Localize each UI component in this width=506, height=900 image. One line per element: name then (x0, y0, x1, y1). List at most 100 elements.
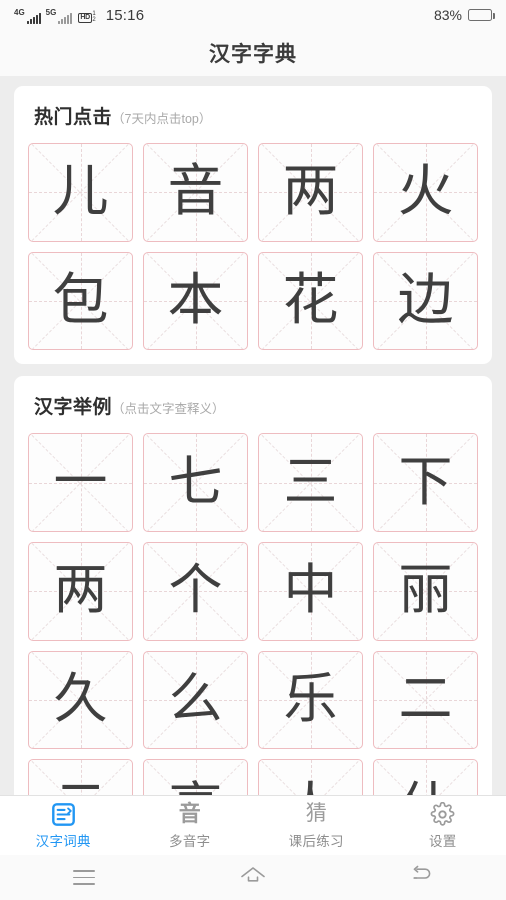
back-icon (409, 865, 435, 890)
character-cell[interactable]: 下 (373, 433, 478, 533)
character-glyph: 一 (53, 451, 108, 512)
character-glyph: 二 (398, 669, 453, 730)
character-glyph: 云 (54, 781, 108, 795)
signal-bars-2 (58, 12, 73, 24)
tab-exercise[interactable]: 猜 课后练习 (253, 801, 380, 850)
character-cell[interactable]: 丽 (373, 542, 478, 641)
hd-label: HD (78, 12, 92, 23)
character-cell[interactable]: 两 (28, 542, 133, 641)
character-cell[interactable]: 七 (143, 433, 248, 533)
character-cell[interactable]: 火 (373, 143, 478, 242)
character-glyph: 什 (399, 781, 453, 795)
status-bar: 4G 5G HD 1 2 15:16 83% (0, 0, 506, 30)
character-cell[interactable]: 个 (143, 542, 248, 641)
character-glyph: 三 (283, 451, 338, 512)
character-grid: 一七三下两个中丽久么乐二云 亮 人 什 (28, 433, 478, 795)
character-glyph: 人 (284, 781, 338, 795)
bottom-tab-bar: 汉字词典 音 多音字 猜 课后练习 设置 (0, 795, 506, 855)
character-cell[interactable]: 儿 (28, 143, 133, 242)
character-glyph: 丽 (398, 560, 453, 621)
tab-label-dictionary: 汉字词典 (35, 834, 91, 849)
character-glyph: 中 (283, 560, 338, 621)
home-icon (239, 865, 267, 890)
character-glyph: 亮 (169, 781, 223, 795)
character-glyph: 两 (53, 560, 108, 621)
recents-icon (73, 870, 96, 885)
character-cell[interactable]: 中 (258, 542, 363, 641)
character-glyph: 下 (398, 451, 453, 512)
character-cell[interactable]: 亮 (143, 759, 248, 795)
page-title: 汉字字典 (209, 43, 297, 66)
character-cell[interactable]: 云 (28, 759, 133, 795)
character-cell[interactable]: 么 (143, 650, 248, 750)
status-bar-clock: 15:16 (105, 6, 145, 24)
polyphone-glyph: 音 (178, 801, 201, 826)
tab-settings[interactable]: 设置 (380, 801, 506, 850)
signal-4g: 4G (14, 7, 41, 24)
character-glyph: 两 (282, 159, 339, 223)
character-glyph: 包 (52, 268, 109, 332)
section-card: 热门点击 （7天内点击top） 儿音两火包本花边 (14, 86, 492, 365)
back-button[interactable] (337, 865, 506, 890)
character-cell[interactable]: 人 (258, 759, 363, 795)
character-glyph: 儿 (52, 159, 109, 223)
section-header: 汉字举例 （点击文字查释义） (28, 392, 478, 419)
status-bar-right: 83% (433, 7, 495, 23)
character-glyph: 久 (53, 669, 108, 730)
character-cell[interactable]: 音 (143, 143, 248, 242)
character-glyph: 乐 (283, 669, 338, 730)
character-cell[interactable]: 三 (258, 433, 363, 533)
signal-5g: 5G (45, 7, 73, 24)
section-title: 汉字举例 (34, 397, 113, 419)
tab-polyphone[interactable]: 音 多音字 (127, 801, 254, 850)
app-root: 4G 5G HD 1 2 15:16 83% 汉字字典 热门点击 （7天内点击t… (0, 0, 506, 900)
content-scroll-area[interactable]: 热门点击 （7天内点击top）儿音两火包本花边汉字举例 （点击文字查释义）一七三下两… (0, 76, 506, 795)
character-glyph: 边 (397, 268, 454, 332)
character-cell[interactable]: 两 (258, 143, 363, 242)
section-header: 热门点击 （7天内点击top） (28, 102, 478, 129)
app-bar: 汉字字典 (0, 30, 506, 76)
status-bar-left: 4G 5G HD 1 2 15:16 (14, 7, 144, 24)
signal-bars-1 (26, 12, 41, 24)
tab-label-polyphone: 多音字 (169, 834, 211, 849)
section-title: 热门点击 (34, 107, 113, 128)
character-glyph: 火 (397, 159, 454, 223)
character-cell[interactable]: 一 (28, 433, 133, 533)
character-glyph: 本 (167, 268, 224, 332)
character-glyph: 个 (168, 560, 223, 621)
character-glyph: 花 (282, 268, 339, 332)
network-type-label-2: 5G (45, 7, 57, 17)
battery-icon (468, 9, 495, 21)
character-cell[interactable]: 乐 (258, 650, 363, 750)
character-cell[interactable]: 久 (28, 650, 133, 750)
tab-dictionary[interactable]: 汉字词典 (0, 801, 127, 850)
character-cell[interactable]: 边 (373, 251, 478, 351)
battery-percent-label: 83% (433, 7, 462, 23)
character-cell[interactable]: 本 (143, 251, 248, 351)
polyphone-icon: 音 (179, 801, 201, 827)
recents-button[interactable] (0, 870, 169, 885)
system-navigation-bar (0, 855, 506, 900)
section-subtitle: （点击文字查释义） (112, 402, 225, 417)
dictionary-icon (51, 801, 76, 827)
home-button[interactable] (169, 865, 338, 890)
section-card: 汉字举例（点击文字查释义） 一七三下两个中丽久么乐二云 亮 人 什 (14, 376, 492, 795)
character-cell[interactable]: 什 (373, 759, 478, 795)
gear-icon (430, 801, 455, 827)
character-glyph: 七 (168, 451, 223, 512)
network-type-label-1: 4G (14, 7, 25, 17)
tab-label-exercise: 课后练习 (288, 834, 344, 849)
character-glyph: 音 (167, 159, 224, 223)
character-glyph: 么 (168, 669, 223, 730)
hd-sub: 2 (92, 16, 96, 23)
character-grid: 儿音两火包本花边 (28, 143, 478, 351)
character-cell[interactable]: 花 (258, 251, 363, 351)
tab-label-settings: 设置 (428, 834, 457, 849)
exercise-glyph: 猜 (305, 802, 327, 825)
exercise-icon: 猜 (306, 801, 327, 827)
character-cell[interactable]: 二 (373, 650, 478, 750)
hd-sim-indicator: 1 2 (92, 11, 95, 23)
character-cell[interactable]: 包 (28, 251, 133, 351)
section-subtitle: （7天内点击top） (112, 112, 212, 126)
hd-call-icon: HD 1 2 (78, 11, 96, 23)
